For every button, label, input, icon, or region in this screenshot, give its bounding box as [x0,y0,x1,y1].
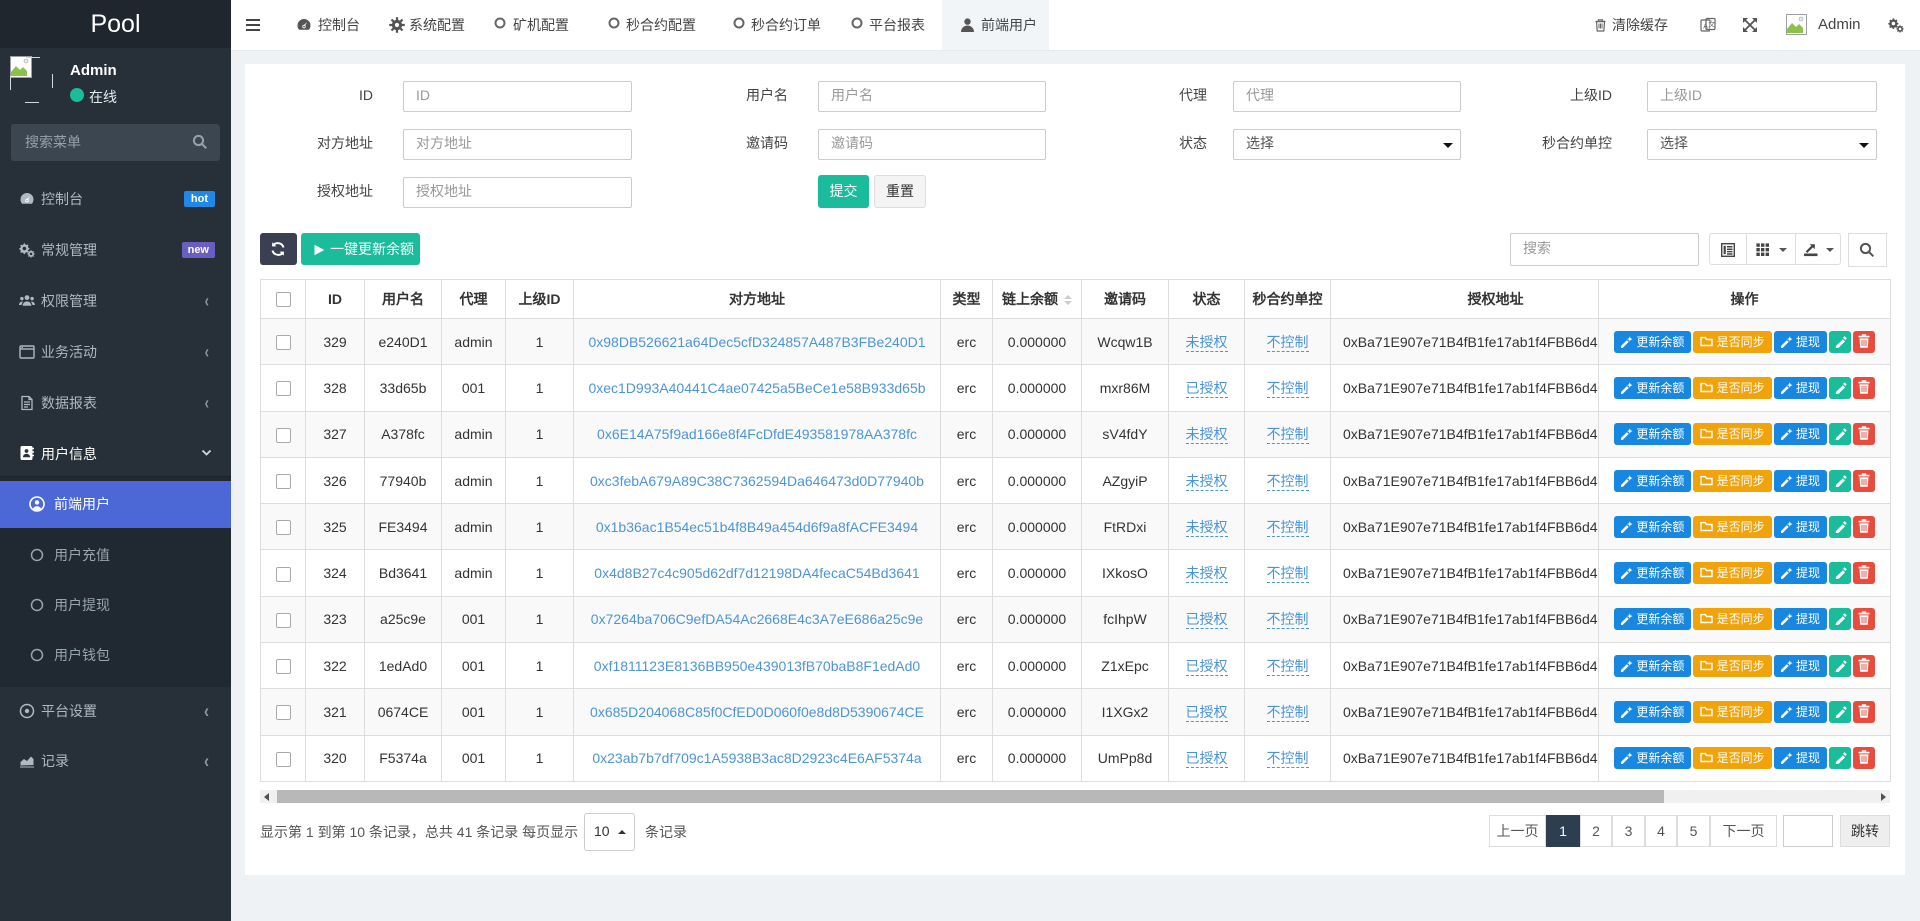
svg-text:文: 文 [1708,20,1715,29]
